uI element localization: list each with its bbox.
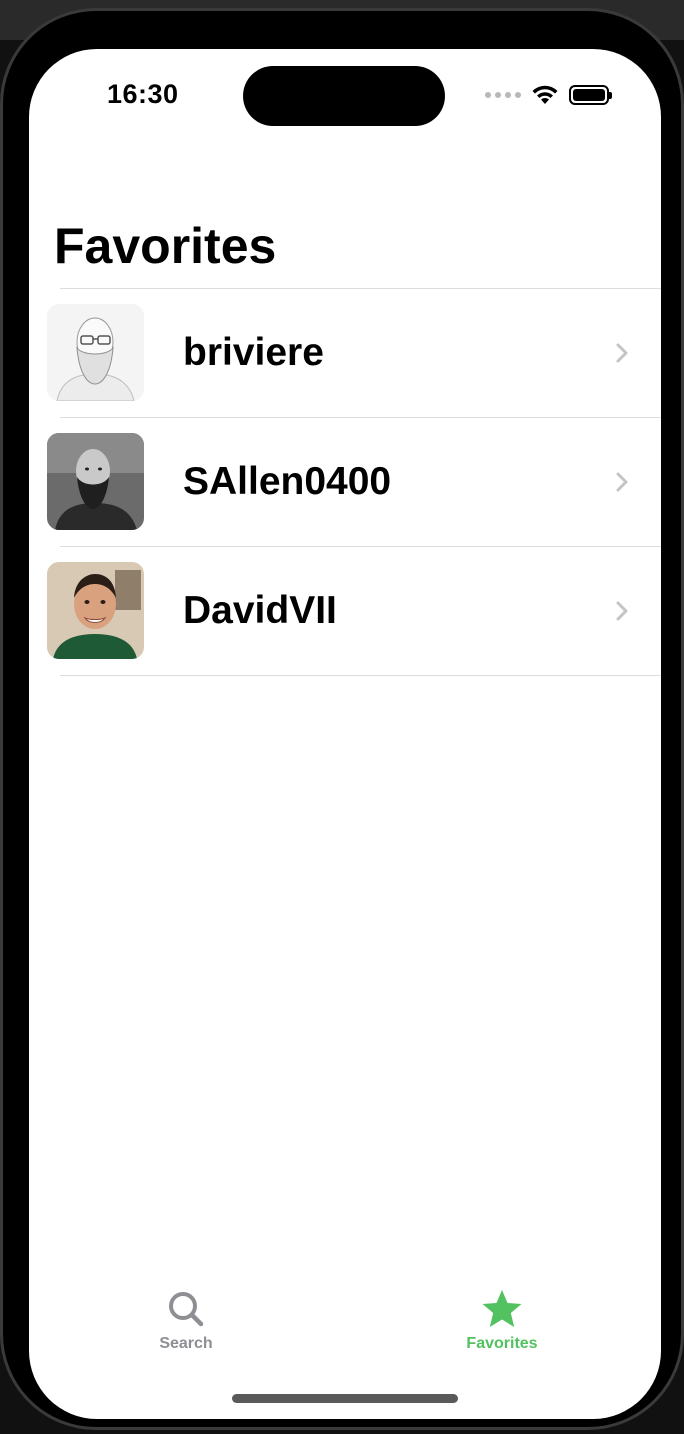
magnifying-glass-icon bbox=[169, 1292, 204, 1327]
avatar bbox=[47, 433, 144, 530]
chevron-right-icon bbox=[616, 472, 628, 492]
username-label: briviere bbox=[183, 331, 324, 374]
app-screen: 16:30 Favorites briviere SAllen0400 Davi… bbox=[29, 49, 661, 1419]
status-icons bbox=[485, 83, 612, 107]
favorite-row-sallen0400[interactable]: SAllen0400 bbox=[29, 418, 661, 546]
chevron-right-icon bbox=[616, 601, 628, 621]
page-title: Favorites bbox=[54, 218, 277, 274]
tab-search[interactable]: Search bbox=[106, 1289, 266, 1379]
favorite-row-briviere[interactable]: briviere bbox=[29, 289, 661, 417]
tab-favorites[interactable]: Favorites bbox=[422, 1289, 582, 1379]
tab-search-label: Search bbox=[159, 1335, 213, 1352]
battery-icon bbox=[569, 85, 612, 105]
cellular-dots-icon bbox=[485, 92, 521, 98]
phone-frame: 16:30 Favorites briviere SAllen0400 Davi… bbox=[0, 8, 684, 1430]
username-label: SAllen0400 bbox=[183, 460, 392, 503]
chevron-right-icon bbox=[616, 343, 628, 363]
tab-bar: Search Favorites bbox=[29, 1279, 661, 1389]
star-icon bbox=[482, 1290, 522, 1327]
status-time: 16:30 bbox=[107, 79, 179, 109]
avatar bbox=[47, 304, 144, 401]
status-bar: 16:30 bbox=[29, 49, 661, 139]
tab-favorites-label: Favorites bbox=[466, 1335, 538, 1352]
favorites-list: briviere SAllen0400 DavidVII bbox=[29, 288, 661, 676]
wifi-icon bbox=[532, 85, 558, 104]
username-label: DavidVII bbox=[183, 589, 337, 632]
dynamic-island bbox=[243, 66, 445, 126]
list-divider bbox=[60, 675, 661, 676]
home-indicator[interactable] bbox=[232, 1394, 458, 1403]
avatar bbox=[47, 562, 144, 659]
favorite-row-davidvii[interactable]: DavidVII bbox=[29, 547, 661, 675]
